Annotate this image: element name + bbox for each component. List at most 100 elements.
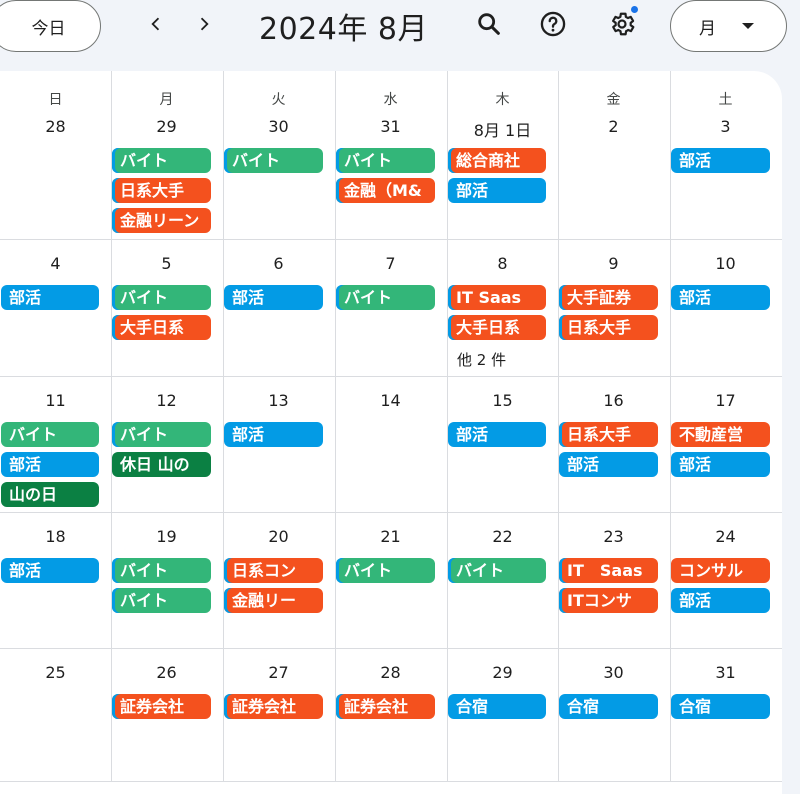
date-number[interactable]: 11	[0, 391, 111, 410]
event-chip[interactable]: 部活	[671, 148, 770, 173]
today-button[interactable]: 今日	[0, 0, 101, 52]
date-number[interactable]: 23	[558, 527, 669, 546]
event-chip[interactable]: バイト	[112, 148, 211, 173]
date-number[interactable]: 24	[670, 527, 781, 546]
event-chip[interactable]: 日系大手	[112, 178, 211, 203]
event-chip[interactable]: 金融リーン	[112, 208, 211, 233]
event-chip[interactable]: バイト	[448, 558, 546, 583]
notification-dot	[631, 6, 638, 13]
date-number[interactable]: 8月 1日	[447, 117, 558, 141]
event-chip[interactable]: 日系大手	[559, 315, 658, 340]
event-chip[interactable]: 部活	[1, 285, 99, 310]
date-number[interactable]: 14	[335, 391, 446, 410]
date-number[interactable]: 29	[111, 117, 222, 136]
date-number[interactable]: 9	[558, 254, 669, 273]
date-number[interactable]: 31	[335, 117, 446, 136]
event-chip[interactable]: 金融リー	[224, 588, 323, 613]
event-chip[interactable]: 部活	[224, 285, 323, 310]
event-chip[interactable]: 合宿	[448, 694, 546, 719]
chevron-left-icon	[151, 17, 160, 31]
date-number[interactable]: 28	[0, 117, 111, 136]
event-chip[interactable]: 部活	[559, 452, 658, 477]
event-chip[interactable]: 証券会社	[112, 694, 211, 719]
date-number[interactable]: 13	[223, 391, 334, 410]
event-chip[interactable]: 日系コン	[224, 558, 323, 583]
event-chip[interactable]: 不動産営	[671, 422, 770, 447]
date-number[interactable]: 31	[670, 663, 781, 682]
date-number[interactable]: 2	[558, 117, 669, 136]
event-chip[interactable]: 休日 山の	[112, 452, 211, 477]
date-number[interactable]: 16	[558, 391, 669, 410]
date-number[interactable]: 15	[447, 391, 558, 410]
view-selector[interactable]: 月	[670, 0, 787, 52]
date-number[interactable]: 7	[335, 254, 446, 273]
date-number[interactable]: 19	[111, 527, 222, 546]
calendar-grid: 日月火水木金土 28 29 バイト 日系大手 金融リーン 30 バイト 31 バイト 金融（M& 8月…	[0, 71, 782, 782]
event-chip[interactable]: 日系大手	[559, 422, 658, 447]
date-number[interactable]: 26	[111, 663, 222, 682]
event-chip[interactable]: 大手証券	[559, 285, 658, 310]
date-number[interactable]: 8	[447, 254, 558, 273]
date-number[interactable]: 6	[223, 254, 334, 273]
event-chip[interactable]: バイト	[112, 285, 211, 310]
event-chip[interactable]: コンサル	[671, 558, 770, 583]
event-chip[interactable]: 総合商社	[448, 148, 546, 173]
event-chip[interactable]: 大手日系	[112, 315, 211, 340]
event-chip[interactable]: 部活	[671, 452, 770, 477]
event-chip[interactable]: 部活	[448, 422, 546, 447]
event-chip[interactable]: IT Saas	[448, 285, 546, 310]
event-chip[interactable]: 部活	[671, 588, 770, 613]
event-chip[interactable]: 山の日	[1, 482, 99, 507]
event-chip[interactable]: バイト	[112, 588, 211, 613]
gear-icon	[612, 12, 635, 36]
date-number[interactable]: 21	[335, 527, 446, 546]
day-cell[interactable]	[558, 71, 670, 239]
event-chip[interactable]: 部活	[671, 285, 770, 310]
event-chip[interactable]: 部活	[448, 178, 546, 203]
date-number[interactable]: 22	[447, 527, 558, 546]
date-number[interactable]: 29	[447, 663, 558, 682]
prev-month-button[interactable]	[140, 8, 172, 40]
help-button[interactable]	[535, 6, 571, 42]
event-chip[interactable]: ITコンサ	[559, 588, 658, 613]
date-number[interactable]: 20	[223, 527, 334, 546]
event-chip[interactable]: 大手日系	[448, 315, 546, 340]
date-number[interactable]: 3	[670, 117, 781, 136]
event-chip[interactable]: バイト	[336, 285, 435, 310]
event-chip[interactable]: 合宿	[671, 694, 770, 719]
date-number[interactable]: 30	[558, 663, 669, 682]
month-calendar: 日月火水木金土 28 29 バイト 日系大手 金融リーン 30 バイト 31 バイト 金融（M& 8月…	[0, 71, 782, 794]
event-chip[interactable]: バイト	[336, 558, 435, 583]
date-number[interactable]: 27	[223, 663, 334, 682]
date-number[interactable]: 25	[0, 663, 111, 682]
date-number[interactable]: 10	[670, 254, 781, 273]
event-chip[interactable]: バイト	[112, 558, 211, 583]
view-label: 月	[699, 18, 716, 39]
event-chip[interactable]: IT Saas	[559, 558, 658, 583]
event-chip[interactable]: 部活	[1, 558, 99, 583]
event-chip[interactable]: バイト	[336, 148, 435, 173]
event-chip[interactable]: バイト	[224, 148, 323, 173]
date-number[interactable]: 28	[335, 663, 446, 682]
next-month-button[interactable]	[188, 8, 220, 40]
day-cell[interactable]	[0, 71, 111, 239]
more-events-link[interactable]: 他 2 件	[457, 349, 506, 370]
date-number[interactable]: 4	[0, 254, 111, 273]
date-number[interactable]: 17	[670, 391, 781, 410]
search-button[interactable]	[471, 6, 507, 42]
date-number[interactable]: 30	[223, 117, 334, 136]
date-number[interactable]: 18	[0, 527, 111, 546]
settings-button[interactable]	[604, 6, 640, 42]
event-chip[interactable]: 証券会社	[336, 694, 435, 719]
date-number[interactable]: 5	[111, 254, 222, 273]
row-divider	[0, 781, 782, 782]
event-chip[interactable]: 金融（M&	[336, 178, 435, 203]
event-chip[interactable]: 部活	[224, 422, 323, 447]
top-toolbar: 今日 2024年 8月 月	[0, 0, 800, 62]
event-chip[interactable]: バイト	[112, 422, 211, 447]
event-chip[interactable]: バイト	[1, 422, 99, 447]
event-chip[interactable]: 証券会社	[224, 694, 323, 719]
event-chip[interactable]: 合宿	[559, 694, 658, 719]
event-chip[interactable]: 部活	[1, 452, 99, 477]
date-number[interactable]: 12	[111, 391, 222, 410]
